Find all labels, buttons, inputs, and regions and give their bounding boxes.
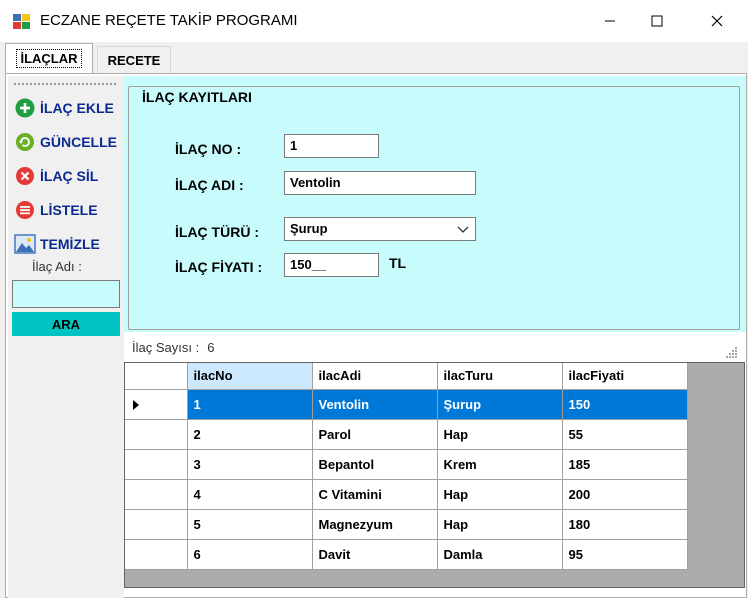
list-button[interactable]: LİSTELE bbox=[14, 196, 98, 224]
list-label: LİSTELE bbox=[40, 202, 98, 218]
row-header-current[interactable] bbox=[125, 389, 188, 420]
update-button[interactable]: GÜNCELLE bbox=[14, 128, 117, 156]
drug-type-select[interactable]: Şurup bbox=[284, 217, 476, 241]
tab-ilaclar[interactable]: İLAÇLAR bbox=[5, 43, 93, 73]
picture-icon bbox=[14, 233, 36, 255]
drug-count-label: İlaç Sayısı : bbox=[132, 340, 200, 355]
cell-ilacturu[interactable]: Damla bbox=[437, 539, 563, 570]
row-header[interactable] bbox=[125, 419, 188, 450]
table-row[interactable]: 6 Davit Damla 95 bbox=[125, 539, 688, 570]
tab-recete-label: RECETE bbox=[107, 52, 161, 68]
clear-button[interactable]: TEMİZLE bbox=[14, 230, 100, 258]
cell-ilacadi[interactable]: Magnezyum bbox=[312, 509, 438, 540]
close-icon bbox=[711, 15, 723, 27]
refresh-icon bbox=[14, 131, 36, 153]
drugs-table: ilacNo ilacAdi ilacTuru ilacFiyati 1 Ven… bbox=[125, 363, 688, 570]
tab-ilaclar-label: İLAÇLAR bbox=[16, 49, 82, 68]
delete-drug-label: İLAÇ SİL bbox=[40, 168, 99, 184]
cell-ilacfiyati[interactable]: 95 bbox=[562, 539, 688, 570]
title-bar: ECZANE REÇETE TAKİP PROGRAMI bbox=[0, 0, 748, 42]
drug-type-value: Şurup bbox=[290, 221, 328, 236]
cell-ilacfiyati[interactable]: 180 bbox=[562, 509, 688, 540]
cell-ilacadi[interactable]: Ventolin bbox=[312, 389, 438, 420]
drug-count-value: 6 bbox=[207, 340, 215, 355]
drug-price-label: İLAÇ FİYATI : bbox=[175, 259, 263, 275]
delete-drug-button[interactable]: İLAÇ SİL bbox=[14, 162, 98, 190]
grid-header-row: ilacNo ilacAdi ilacTuru ilacFiyati bbox=[125, 363, 688, 390]
update-label: GÜNCELLE bbox=[40, 134, 117, 150]
column-header-ilacadi[interactable]: ilacAdi bbox=[312, 363, 438, 390]
table-row[interactable]: 3 Bepantol Krem 185 bbox=[125, 449, 688, 480]
minimize-button[interactable] bbox=[587, 0, 633, 42]
cell-ilacfiyati[interactable]: 150 bbox=[562, 389, 688, 420]
drug-records-panel: İLAÇ KAYITLARI İLAÇ NO : 1 İLAÇ ADI : Ve… bbox=[124, 76, 746, 332]
resize-grip-icon[interactable] bbox=[724, 346, 738, 358]
column-header-ilacno[interactable]: ilacNo bbox=[187, 363, 313, 390]
cell-ilacadi[interactable]: Davit bbox=[312, 539, 438, 570]
drug-count-row: İlaç Sayısı : 6 bbox=[132, 340, 214, 355]
left-toolstrip: İLAÇ EKLE GÜNCELLE İLAÇ SİL LİSTELE TEMİ… bbox=[8, 76, 124, 598]
cell-ilacfiyati[interactable]: 185 bbox=[562, 449, 688, 480]
search-label: İlaç Adı : bbox=[32, 259, 82, 274]
drug-no-input[interactable]: 1 bbox=[284, 134, 379, 158]
cell-ilacno[interactable]: 1 bbox=[187, 389, 313, 420]
tab-page-ilaclar: İLAÇ EKLE GÜNCELLE İLAÇ SİL LİSTELE TEMİ… bbox=[5, 73, 747, 598]
cell-ilacturu[interactable]: Hap bbox=[437, 419, 563, 450]
cell-ilacadi[interactable]: Parol bbox=[312, 419, 438, 450]
drug-price-input[interactable]: 150__ bbox=[284, 253, 379, 277]
cell-ilacadi[interactable]: C Vitamini bbox=[312, 479, 438, 510]
drug-type-label: İLAÇ TÜRÜ : bbox=[175, 224, 259, 240]
drug-no-label: İLAÇ NO : bbox=[175, 141, 242, 157]
table-row[interactable]: 2 Parol Hap 55 bbox=[125, 419, 688, 450]
drug-name-label: İLAÇ ADI : bbox=[175, 177, 244, 193]
cell-ilacno[interactable]: 3 bbox=[187, 449, 313, 480]
cell-ilacturu[interactable]: Hap bbox=[437, 479, 563, 510]
cell-ilacfiyati[interactable]: 55 bbox=[562, 419, 688, 450]
cell-ilacno[interactable]: 5 bbox=[187, 509, 313, 540]
tab-recete[interactable]: RECETE bbox=[97, 46, 171, 73]
current-row-arrow-icon bbox=[133, 400, 139, 411]
column-header-ilacfiyati[interactable]: ilacFiyati bbox=[562, 363, 688, 390]
table-row[interactable]: 4 C Vitamini Hap 200 bbox=[125, 479, 688, 510]
drug-records-groupbox: İLAÇ KAYITLARI İLAÇ NO : 1 İLAÇ ADI : Ve… bbox=[128, 86, 740, 330]
search-button[interactable]: ARA bbox=[12, 312, 120, 336]
add-drug-button[interactable]: İLAÇ EKLE bbox=[14, 94, 114, 122]
currency-unit: TL bbox=[389, 255, 407, 271]
plus-circle-icon bbox=[14, 97, 36, 119]
drugs-data-grid[interactable]: ilacNo ilacAdi ilacTuru ilacFiyati 1 Ven… bbox=[124, 362, 745, 588]
cell-ilacfiyati[interactable]: 200 bbox=[562, 479, 688, 510]
cell-ilacadi[interactable]: Bepantol bbox=[312, 449, 438, 480]
search-input[interactable] bbox=[12, 280, 120, 308]
grid-corner-cell[interactable] bbox=[125, 363, 188, 390]
cell-ilacno[interactable]: 6 bbox=[187, 539, 313, 570]
maximize-icon bbox=[651, 15, 663, 27]
cell-ilacno[interactable]: 4 bbox=[187, 479, 313, 510]
row-header[interactable] bbox=[125, 539, 188, 570]
list-icon bbox=[14, 199, 36, 221]
cell-ilacturu[interactable]: Şurup bbox=[437, 389, 563, 420]
close-button[interactable] bbox=[694, 0, 740, 42]
chevron-down-icon bbox=[457, 226, 469, 233]
cell-ilacturu[interactable]: Krem bbox=[437, 449, 563, 480]
row-header[interactable] bbox=[125, 449, 188, 480]
row-header[interactable] bbox=[125, 509, 188, 540]
clear-label: TEMİZLE bbox=[40, 236, 100, 252]
cell-ilacno[interactable]: 2 bbox=[187, 419, 313, 450]
column-header-ilacturu[interactable]: ilacTuru bbox=[437, 363, 563, 390]
form-client-area: İLAÇLAR RECETE İLAÇ EKLE GÜNCELLE İLAÇ S… bbox=[0, 42, 748, 598]
window-title: ECZANE REÇETE TAKİP PROGRAMI bbox=[40, 12, 298, 29]
maximize-button[interactable] bbox=[634, 0, 680, 42]
table-row[interactable]: 1 Ventolin Şurup 150 bbox=[125, 389, 688, 420]
row-header[interactable] bbox=[125, 479, 188, 510]
delete-circle-icon bbox=[14, 165, 36, 187]
drug-name-input[interactable]: Ventolin bbox=[284, 171, 476, 195]
toolstrip-grip bbox=[14, 83, 116, 86]
table-row[interactable]: 5 Magnezyum Hap 180 bbox=[125, 509, 688, 540]
minimize-icon bbox=[605, 20, 615, 22]
group-title: İLAÇ KAYITLARI bbox=[139, 89, 255, 105]
add-drug-label: İLAÇ EKLE bbox=[40, 100, 114, 116]
pharmacy-app-icon bbox=[13, 14, 30, 29]
cell-ilacturu[interactable]: Hap bbox=[437, 509, 563, 540]
